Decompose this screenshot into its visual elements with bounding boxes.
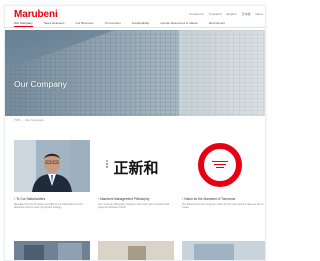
stakeholders-photo[interactable] — [14, 140, 90, 192]
browser-page: Marubeni Contact Us Q Search English 日本語… — [4, 5, 266, 261]
menu-link[interactable]: Menu — [255, 12, 263, 16]
card-title-philosophy[interactable]: ›Marubeni Management Philosophy — [98, 197, 149, 201]
nav-item-to-investors[interactable]: To Investors — [105, 20, 121, 27]
contact-link[interactable]: Contact Us — [189, 12, 204, 16]
card-desc-vision: The Marubeni Group's long-term vision fo… — [182, 203, 264, 210]
cards-section: ›To Our Stakeholders Message from the Pr… — [5, 126, 265, 260]
nav-item-our-business[interactable]: Our Business — [76, 20, 94, 27]
nav-item-our-company[interactable]: Our Company — [14, 20, 33, 27]
row2-image-3[interactable] — [182, 241, 265, 260]
global-nav: Our Company News Releases Our Business T… — [5, 20, 265, 28]
japanese-link[interactable]: 日本語 — [241, 12, 250, 16]
nav-item-sustainability[interactable]: Sustainability — [132, 20, 150, 27]
card-title-stakeholders[interactable]: ›To Our Stakeholders — [14, 197, 45, 201]
building-hero-image — [5, 30, 265, 116]
row2-image-1[interactable] — [14, 241, 90, 260]
row2-image-2[interactable] — [98, 241, 174, 260]
vision-ring-graphic[interactable] — [182, 140, 265, 192]
breadcrumb-separator: › — [22, 118, 24, 122]
site-header: Marubeni Contact Us Q Search English 日本語… — [5, 6, 265, 30]
nav-item-news-releases[interactable]: News Releases — [44, 20, 65, 27]
hero-banner: Our Company — [5, 30, 265, 116]
nav-item-recruitment[interactable]: Recruitment — [209, 20, 225, 27]
english-link[interactable]: English — [227, 12, 237, 16]
calligraphy-glyphs: 正新和 — [113, 159, 158, 177]
search-link[interactable]: Q Search — [209, 12, 222, 16]
arrow-icon: › — [14, 197, 16, 201]
breadcrumb: TOP › Our Company — [14, 118, 44, 122]
card-desc-philosophy: Our corporate philosophy, company motto … — [98, 203, 170, 210]
breadcrumb-home[interactable]: TOP — [14, 118, 20, 122]
utility-links: Contact Us Q Search English 日本語 Menu — [189, 12, 263, 16]
marubeni-logo[interactable]: Marubeni — [14, 9, 58, 20]
arrow-icon: › — [98, 197, 100, 201]
breadcrumb-current: Our Company — [25, 118, 44, 122]
card-title-vision[interactable]: ›Vision for the Marubeni of Tomorrow — [182, 197, 235, 201]
arrow-icon: › — [182, 197, 184, 201]
philosophy-calligraphy[interactable]: 正新和 — [98, 140, 174, 192]
nav-item-human-resources[interactable]: Human Resources & Values — [160, 20, 197, 27]
card-desc-stakeholders: Message from the President and CEO to ou… — [14, 203, 83, 210]
hero-title: Our Company — [14, 79, 67, 89]
